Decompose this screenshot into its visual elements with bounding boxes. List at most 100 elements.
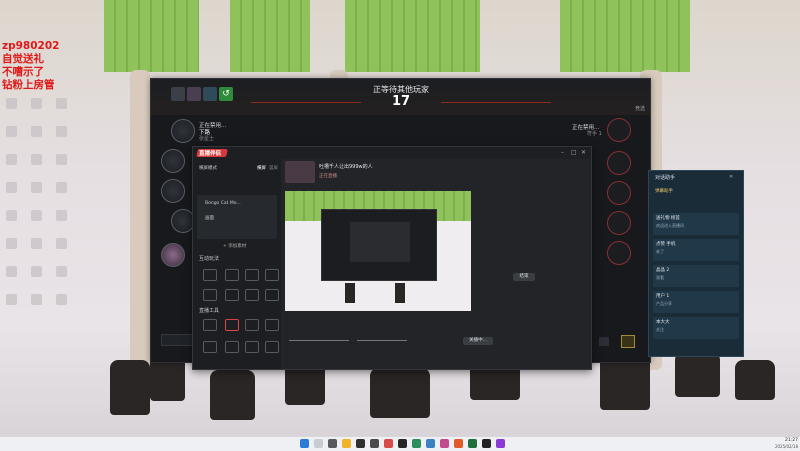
tool-icon[interactable] bbox=[245, 269, 259, 281]
pick-ring[interactable] bbox=[607, 151, 631, 175]
start-icon[interactable] bbox=[300, 439, 309, 448]
tool-icon[interactable] bbox=[245, 319, 259, 331]
desktop-icon[interactable] bbox=[31, 294, 42, 305]
tool-icon[interactable] bbox=[265, 269, 279, 281]
app-icon[interactable] bbox=[454, 439, 463, 448]
volume-slider[interactable] bbox=[289, 340, 349, 341]
pick-ring[interactable] bbox=[607, 241, 631, 265]
explorer-icon[interactable] bbox=[342, 439, 351, 448]
app-icon[interactable] bbox=[412, 439, 421, 448]
desktop-icon[interactable] bbox=[6, 154, 17, 165]
desktop-icon[interactable] bbox=[56, 210, 67, 221]
desktop-icon[interactable] bbox=[31, 98, 42, 109]
desktop-icon[interactable] bbox=[31, 182, 42, 193]
tool-icon[interactable] bbox=[265, 341, 279, 353]
desktop-icon[interactable] bbox=[6, 266, 17, 277]
volume-slider[interactable] bbox=[357, 340, 407, 341]
tool-icon[interactable] bbox=[225, 289, 239, 301]
tool-icon[interactable] bbox=[225, 319, 239, 331]
mode-tab[interactable]: 竖屏 bbox=[269, 165, 278, 171]
lobby-action-button[interactable] bbox=[621, 335, 635, 348]
clock-time[interactable]: 21:27 bbox=[770, 438, 798, 443]
desktop-icon[interactable] bbox=[31, 154, 42, 165]
mode-tab[interactable]: 横屏 bbox=[257, 165, 266, 171]
stream-title[interactable]: 吐槽千人让出999w的人 bbox=[319, 163, 373, 170]
tool-icon[interactable] bbox=[265, 319, 279, 331]
desktop-icon[interactable] bbox=[6, 294, 17, 305]
clock-date[interactable]: 2025/02/18 bbox=[766, 444, 798, 449]
champion-thumb[interactable] bbox=[187, 87, 201, 101]
search-icon[interactable] bbox=[314, 439, 323, 448]
desktop-icon[interactable] bbox=[56, 182, 67, 193]
maximize-icon[interactable]: □ bbox=[571, 149, 577, 156]
desktop-icon[interactable] bbox=[6, 126, 17, 137]
go-live-button[interactable]: 关播中... bbox=[463, 337, 493, 345]
pick-ring[interactable] bbox=[607, 211, 631, 235]
desktop-icon[interactable] bbox=[6, 210, 17, 221]
divider bbox=[441, 102, 551, 103]
desktop-icon[interactable] bbox=[6, 182, 17, 193]
pick-ring bbox=[607, 118, 631, 142]
app-icon[interactable] bbox=[356, 439, 365, 448]
chat-row-msg: 关注 bbox=[656, 327, 664, 332]
tool-icon[interactable] bbox=[245, 289, 259, 301]
chat-tab[interactable]: 弹幕助手 bbox=[655, 188, 673, 194]
app-icon[interactable] bbox=[440, 439, 449, 448]
end-button[interactable]: 结束 bbox=[513, 273, 535, 281]
stream-cover[interactable] bbox=[285, 161, 315, 183]
desktop-icon[interactable] bbox=[6, 238, 17, 249]
desktop-icon[interactable] bbox=[56, 238, 67, 249]
tool-icon[interactable] bbox=[203, 269, 217, 281]
app-icon[interactable] bbox=[496, 439, 505, 448]
champion-thumb[interactable] bbox=[171, 87, 185, 101]
mode-label[interactable]: 横屏模式 bbox=[199, 165, 217, 171]
tool-icon[interactable] bbox=[203, 341, 217, 353]
lobby-top-right-label[interactable]: 竞选 bbox=[635, 105, 645, 112]
chat-row[interactable]: 晶晶 2 观看 bbox=[653, 265, 739, 287]
tool-icon[interactable] bbox=[245, 341, 259, 353]
team-slot[interactable]: 正在禁用... 下路 张星士 bbox=[171, 119, 261, 145]
chat-row[interactable]: 点赞 手机 来了 bbox=[653, 239, 739, 261]
stream-status: 正在直播 bbox=[319, 174, 337, 179]
stream-preview[interactable] bbox=[285, 191, 471, 311]
desktop-icon[interactable] bbox=[56, 126, 67, 137]
app-icon[interactable] bbox=[426, 439, 435, 448]
app-icon[interactable] bbox=[384, 439, 393, 448]
taskview-icon[interactable] bbox=[328, 439, 337, 448]
chat-icon[interactable] bbox=[599, 337, 609, 346]
chat-row[interactable]: 用户 1 产品分享 bbox=[653, 291, 739, 313]
desktop-icon[interactable] bbox=[31, 126, 42, 137]
desktop-icon[interactable] bbox=[56, 294, 67, 305]
chat-row-msg: 观看 bbox=[656, 275, 664, 280]
tool-icon[interactable] bbox=[225, 269, 239, 281]
tool-icon[interactable] bbox=[265, 289, 279, 301]
desktop-icon[interactable] bbox=[56, 266, 67, 277]
tool-icon[interactable] bbox=[225, 341, 239, 353]
desktop-icon[interactable] bbox=[56, 154, 67, 165]
app-icon[interactable] bbox=[482, 439, 491, 448]
tool-icon[interactable] bbox=[203, 319, 217, 331]
chat-row[interactable]: 本大大 关注 bbox=[653, 317, 739, 339]
pick-ring[interactable] bbox=[607, 181, 631, 205]
scene-item[interactable]: Bongo Cat Mo... bbox=[205, 201, 241, 206]
desktop-icon[interactable] bbox=[6, 98, 17, 109]
desktop-icon[interactable] bbox=[56, 98, 67, 109]
chat-row[interactable]: 送礼物 榜首 欢迎进入直播间 bbox=[653, 213, 739, 235]
desktop-icon[interactable] bbox=[31, 266, 42, 277]
app-icon[interactable]: ↺ bbox=[219, 87, 233, 101]
desktop-icon[interactable] bbox=[31, 238, 42, 249]
close-icon[interactable]: ✕ bbox=[729, 174, 733, 180]
close-icon[interactable]: ✕ bbox=[581, 149, 586, 156]
tool-icon[interactable] bbox=[203, 289, 217, 301]
add-scene-button[interactable]: + 添加素材 bbox=[223, 243, 246, 249]
skirt-2 bbox=[230, 0, 310, 72]
divider bbox=[251, 102, 361, 103]
champion-thumb[interactable] bbox=[203, 87, 217, 101]
team-slot-right[interactable]: 正在禁用... 符手 1 bbox=[569, 117, 659, 143]
app-icon[interactable] bbox=[398, 439, 407, 448]
app-icon[interactable] bbox=[370, 439, 379, 448]
app-icon[interactable] bbox=[468, 439, 477, 448]
scene-item[interactable]: 画面 bbox=[205, 215, 214, 221]
minimize-icon[interactable]: – bbox=[561, 149, 564, 156]
desktop-icon[interactable] bbox=[31, 210, 42, 221]
